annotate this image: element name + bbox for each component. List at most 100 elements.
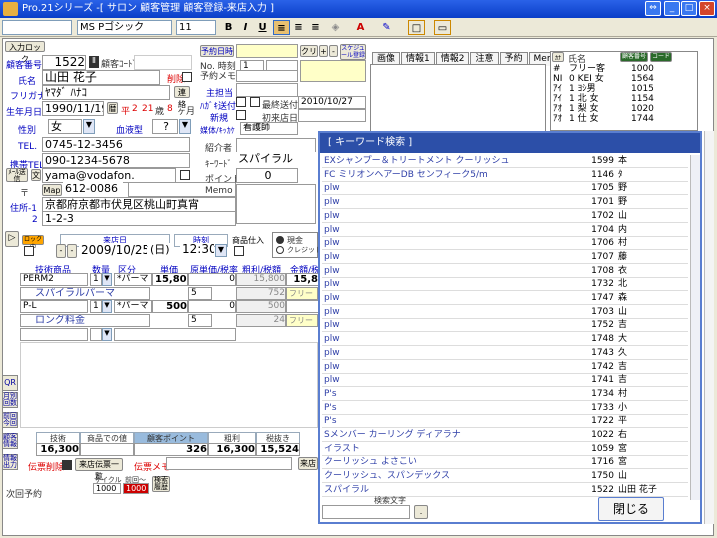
input-lock-button[interactable]: 入力ロック [5,41,45,64]
keyword-row[interactable]: イラスト 1059 宮 [322,443,688,456]
next-date-button[interactable]: - [67,244,77,258]
row2-cost[interactable]: 0 [188,300,236,313]
slip-delete-label[interactable]: 伝票削除 [28,460,64,473]
last-sent-date[interactable]: 2010/10/27 [298,96,366,109]
row2-free[interactable]: フリー [286,314,318,327]
keyword-field[interactable]: スパイラル [236,152,316,167]
cycle-field[interactable]: 1000 [93,483,121,494]
keyword-row[interactable]: plw 1747 森 [322,292,688,305]
close-panel-button[interactable]: 閉じる [598,497,664,521]
keyword-row[interactable]: plw 1743 久 [322,347,688,360]
keyword-row[interactable]: EXシャンプー＆トリートメント クーリッシュ 1599 本 [322,155,688,168]
align-left-icon[interactable]: ≡ [273,20,290,35]
keyword-row[interactable]: plw 1748 大 [322,333,688,347]
slip-memo-field[interactable] [166,457,292,470]
border-style-icon[interactable]: ▭ [434,20,451,35]
chevron-down-icon[interactable]: ▼ [102,328,112,341]
chevron-down-icon[interactable]: ▼ [179,119,191,134]
align-center-icon[interactable]: ≡ [290,20,307,35]
row2-item[interactable]: P-L [20,300,88,313]
chevron-down-icon[interactable]: ▼ [215,244,227,257]
row2-qty[interactable]: 1 [90,300,102,313]
monthly-count-button[interactable]: 月別回数 [2,392,18,408]
row3-item[interactable] [20,328,88,341]
tel-field[interactable]: 0745-12-3456 [42,137,190,152]
keyword-row[interactable]: P's 1733 小 [322,402,688,415]
credit-radio[interactable] [276,246,284,254]
italic-button[interactable]: I [237,20,254,35]
visit-time-field[interactable]: 12:30 [180,243,214,258]
reservation-datetime-button[interactable]: 予約日時 [200,45,234,57]
customer-no-field[interactable]: 1522 [42,55,86,70]
row2-tax-rate[interactable]: 5 [188,314,212,327]
minimize-icon[interactable]: _ [664,1,680,16]
plus-button[interactable]: + [319,45,328,57]
row1-free[interactable]: フリー [286,287,318,300]
mail-send-button[interactable]: ﾒｰﾙ送信 [6,168,28,183]
font-name-combo[interactable]: MS Pゴシック [77,20,172,35]
keyword-row[interactable]: P's 1722 平 [322,415,688,429]
birth-field[interactable]: 1990/11/19 [42,101,104,116]
reservation-memo-field[interactable] [236,70,298,82]
keyword-row[interactable]: plw 1742 吉 [322,361,688,374]
search-text-field[interactable] [322,505,410,519]
pause-icon[interactable]: Ⅱ [89,56,99,68]
list-item[interactable]: NI 0 KEI 女 1564 [553,74,695,84]
address1-field[interactable]: 京都府京都市伏見区桃山町真宵 [42,197,236,212]
cash-radio[interactable] [276,236,284,244]
era-calendar-button[interactable]: 暦 [107,102,118,114]
font-color-icon[interactable]: A [352,20,369,35]
row1-cost[interactable]: 0 [188,273,236,286]
introducer-field[interactable] [236,138,316,153]
prev-date-button[interactable]: - [56,244,66,258]
row1-amount[interactable]: 15,8 [286,273,318,286]
sort-by-code-button[interactable]: コード [650,52,672,62]
row1-kubun[interactable]: *パーマ [114,273,152,286]
keyword-row[interactable]: plw 1741 吉 [322,374,688,388]
chevron-down-icon[interactable]: ▼ [83,119,95,134]
schedule-register-button[interactable]: スケジュール登録 [340,44,366,60]
list-item[interactable]: ｱｲ 1 ﾖｼ男 1015 [553,84,695,94]
keyword-row[interactable]: plw 1707 藤 [322,251,688,264]
keyword-row[interactable]: FC ミリオンヘアーDB センフィーク5/m 1146 ﾀ [322,169,688,182]
row1-subname[interactable]: スパイラルパーマ [20,287,150,300]
keyword-row[interactable]: plw 1703 山 [322,306,688,319]
bold-button[interactable]: B [220,20,237,35]
row3-qty[interactable] [90,328,102,341]
row3-rest[interactable] [114,328,236,341]
qr-button[interactable]: QR [2,375,18,391]
list-item[interactable]: ｱｲ 1 北 女 1154 [553,94,695,104]
zip-field[interactable]: 612-0086 [63,182,123,197]
clear-button[interactable]: クリア [300,45,318,68]
visit-date-field[interactable]: 2009/10/25 [79,243,147,259]
chevron-down-icon[interactable]: ▼ [102,300,112,313]
row1-qty[interactable]: 1 [90,273,102,286]
row1-item[interactable]: PERM2 [20,273,88,286]
list-item[interactable]: ｱｵ 1 仕 女 1744 [553,114,695,124]
mail-text-button[interactable]: 文 [31,169,41,181]
keyword-row[interactable]: plw 1704 内 [322,224,688,237]
list-item[interactable]: # フリー客 1000 [553,64,695,74]
postcard-checkbox[interactable] [236,97,246,107]
row2-amount[interactable] [286,300,318,313]
locked-button[interactable]: ロック中 [22,235,44,251]
list-item[interactable]: ｱｵ 1 梨 女 1020 [553,104,695,114]
maximize-icon[interactable]: □ [681,1,697,16]
minus-button[interactable]: - [329,45,338,57]
row2-price[interactable]: 500 [152,300,188,313]
keyword-row[interactable]: plw 1705 野 [322,182,688,196]
line-color-icon[interactable]: ✎ [378,20,395,35]
last-sent-checkbox[interactable] [250,97,260,107]
fill-color-icon[interactable]: ◈ [327,20,344,35]
last-field[interactable]: 1000 [123,483,149,494]
chevron-down-icon[interactable]: ▼ [102,273,112,286]
expand-button[interactable]: ▷ [5,231,19,247]
delete-checkbox[interactable] [182,72,192,82]
keyword-row[interactable]: plw 1732 北 [322,278,688,292]
media-select[interactable]: 看護師 [240,122,298,135]
first-visit-field[interactable] [298,109,366,122]
keyword-row[interactable]: クーリッシュ、スパンデックス 1750 山 [322,470,688,484]
font-size-combo[interactable]: 11 [176,20,216,35]
kana-field[interactable]: ﾔﾏﾀﾞ ﾊﾅｺ [42,85,170,100]
blood-select[interactable]: ? [152,119,178,134]
